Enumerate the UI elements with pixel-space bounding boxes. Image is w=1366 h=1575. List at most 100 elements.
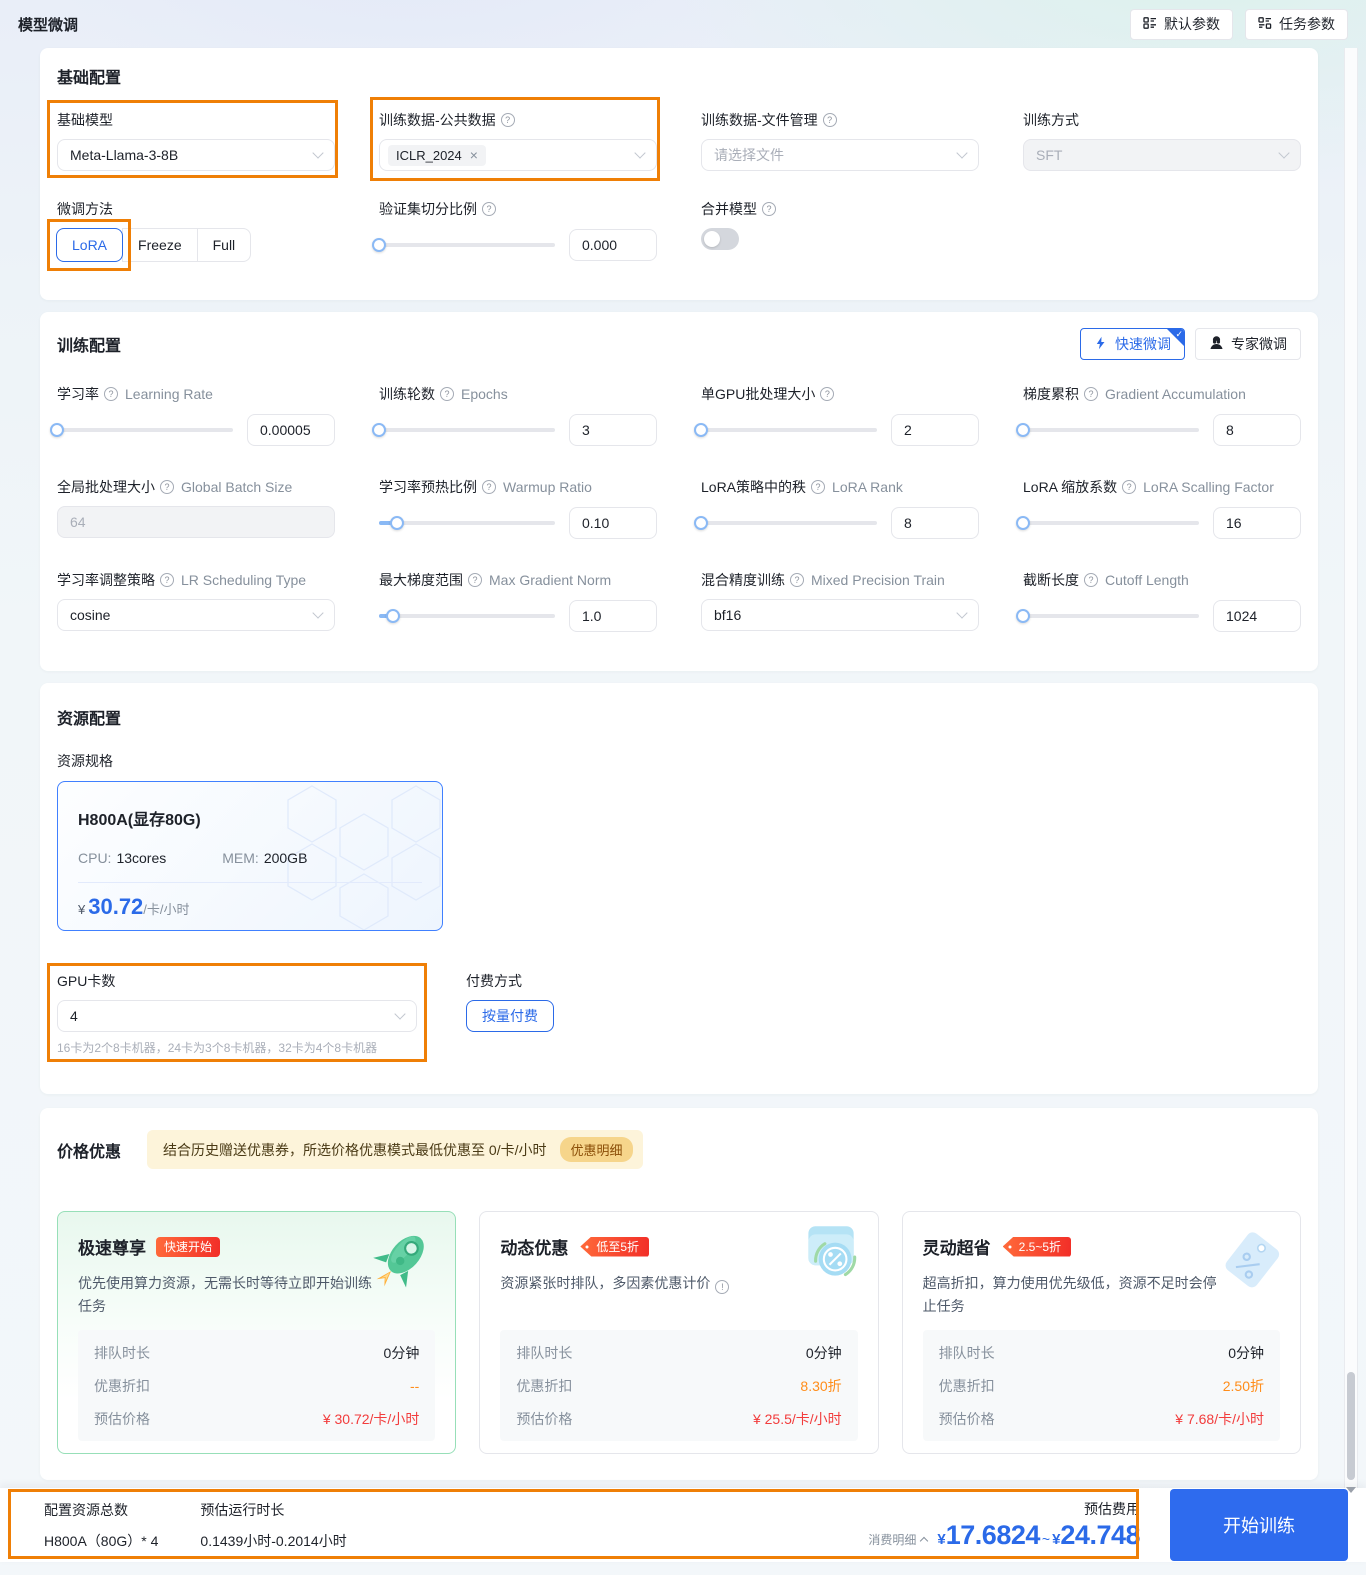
mixed-precision-select[interactable]: bf16 — [701, 599, 979, 631]
grid-list-icon — [1143, 16, 1157, 33]
field-file-data: 训练数据-文件管理 请选择文件 — [701, 110, 979, 171]
lr-scheduler-select[interactable]: cosine — [57, 599, 335, 631]
chevron-down-icon — [956, 146, 968, 159]
section-title-training: 训练配置 — [57, 338, 122, 355]
spec-name: H800A(显存80G) — [78, 812, 201, 829]
finetune-option-full[interactable]: Full — [196, 228, 252, 262]
page-title: 模型微调 — [18, 16, 79, 34]
pay-as-you-go-button[interactable]: 按量付费 — [466, 1000, 554, 1032]
gpu-count-select[interactable]: 4 — [57, 1000, 417, 1032]
question-circle-icon[interactable] — [482, 480, 496, 494]
question-circle-icon[interactable] — [1084, 573, 1098, 587]
pricing-card-express[interactable]: 极速尊享 快速开始 优先使用算力资源，无需长时等待立即开始训练任务 排队时长 0分钟… — [57, 1211, 457, 1454]
question-circle-icon[interactable] — [104, 387, 118, 401]
discount-detail-button[interactable]: 优惠明细 — [560, 1137, 633, 1162]
caret-up-icon — [920, 1536, 929, 1546]
question-circle-icon[interactable] — [468, 573, 482, 587]
expert-finetune-button[interactable]: 专家微调 — [1195, 328, 1301, 360]
merge-model-toggle[interactable] — [701, 228, 739, 250]
base-model-select[interactable]: Meta-Llama-3-8B — [57, 139, 335, 171]
discount-tag-badge: 2.5~5折 — [1002, 1236, 1072, 1257]
scrollbar-thumb[interactable] — [1347, 1372, 1355, 1480]
param-lr-scheduler: 学习率调整策略LR Scheduling Type cosine — [57, 570, 335, 633]
chevron-down-icon — [1278, 146, 1290, 159]
param-learning-rate: 学习率Learning Rate 0.00005 — [50, 384, 335, 447]
pricing-card: 价格优惠 结合历史赠送优惠券，所选价格优惠模式最低优惠至 0/卡/小时 优惠明细… — [40, 1108, 1318, 1480]
chevron-down-icon — [394, 1007, 406, 1020]
question-circle-icon[interactable] — [1122, 480, 1137, 494]
question-circle-icon[interactable] — [160, 480, 174, 494]
field-public-data: 训练数据-公共数据 ICLR_2024× — [370, 97, 660, 181]
cutoff-length-input[interactable]: 1024 — [1213, 600, 1301, 632]
gpu-batch-input[interactable]: 2 — [891, 414, 979, 446]
field-val-split: 验证集切分比例 0.000 — [372, 199, 657, 262]
pricing-stats: 排队时长 0分钟 优惠折扣 2.50折 预估价格 ¥ 7.68/卡/小时 — [922, 1330, 1280, 1441]
warmup-ratio-input[interactable]: 0.10 — [569, 507, 657, 539]
grad-accum-input[interactable]: 8 — [1213, 414, 1301, 446]
question-circle-icon[interactable] — [820, 387, 835, 401]
val-split-input[interactable]: 0.000 — [569, 229, 657, 261]
question-circle-icon[interactable] — [500, 113, 515, 127]
info-circle-icon[interactable] — [715, 1280, 730, 1295]
val-split-slider[interactable] — [372, 238, 555, 252]
param-lora-scaling: LoRA 缩放系数LoRA Scalling Factor 16 — [1016, 477, 1301, 540]
finetune-option-lora[interactable]: LoRA — [56, 228, 124, 262]
fee-detail-toggle[interactable]: 消费明细 — [868, 1531, 929, 1548]
question-circle-icon[interactable] — [822, 113, 837, 127]
epochs-slider[interactable] — [372, 423, 555, 437]
global-batch-input: 64 — [57, 506, 335, 538]
spec-price: ¥30.72/卡/小时 — [78, 882, 422, 920]
question-circle-icon[interactable] — [482, 202, 496, 216]
chevron-down-icon — [956, 606, 968, 619]
field-merge-model: 合并模型 — [701, 199, 979, 262]
learning-rate-input[interactable]: 0.00005 — [247, 414, 335, 446]
remove-tag-icon[interactable]: × — [470, 148, 478, 162]
lora-scaling-slider[interactable] — [1016, 516, 1199, 530]
question-circle-icon[interactable] — [440, 387, 454, 401]
page: 模型微调 默认参数 任务参数 基础配置 基础模型 Meta-Llama-3-8B — [0, 0, 1366, 1575]
file-data-select[interactable]: 请选择文件 — [701, 139, 979, 171]
public-data-select[interactable]: ICLR_2024 × — [379, 139, 657, 171]
question-circle-icon[interactable] — [790, 573, 804, 587]
task-params-button[interactable]: 任务参数 — [1245, 8, 1348, 40]
footer-resource-total: 配置资源总数 H800A（80G）* 4 — [44, 1501, 159, 1549]
warmup-ratio-slider[interactable] — [379, 516, 555, 530]
epochs-input[interactable]: 3 — [569, 414, 657, 446]
field-finetune-method: 微调方法 LoRA Freeze Full — [47, 199, 335, 271]
scrollbar-down-arrow[interactable] — [1346, 1487, 1356, 1493]
lora-rank-slider[interactable] — [694, 516, 877, 530]
pricing-stats: 排队时长 0分钟 优惠折扣 -- 预估价格 ¥ 30.72/卡/小时 — [78, 1330, 436, 1441]
grid-list-icon — [1258, 16, 1272, 33]
max-grad-slider[interactable] — [379, 609, 555, 623]
default-params-button[interactable]: 默认参数 — [1130, 8, 1233, 40]
pricing-stats: 排队时长 0分钟 优惠折扣 8.30折 预估价格 ¥ 25.5/卡/小时 — [500, 1330, 858, 1441]
gpu-batch-slider[interactable] — [694, 423, 877, 437]
param-gpu-batch-size: 单GPU批处理大小 2 — [694, 384, 979, 447]
param-lora-rank: LoRA策略中的秩LoRA Rank 8 — [694, 477, 979, 540]
question-circle-icon[interactable] — [1084, 387, 1098, 401]
quick-start-badge: 快速开始 — [156, 1236, 221, 1257]
question-circle-icon[interactable] — [811, 480, 826, 494]
scrollbar-track[interactable] — [1344, 48, 1358, 1488]
param-grad-accumulation: 梯度累积Gradient Accumulation 8 — [1016, 384, 1301, 447]
finetune-method-segmented: LoRA Freeze Full — [47, 219, 252, 271]
resource-spec-card[interactable]: H800A(显存80G) CPU: 13cores MEM: 200GB ¥30.7… — [57, 781, 443, 931]
param-warmup-ratio: 学习率预热比例Warmup Ratio 0.10 — [379, 477, 657, 540]
lora-scaling-input[interactable]: 16 — [1213, 507, 1301, 539]
learning-rate-slider[interactable] — [50, 423, 233, 437]
discount-tag-badge: 低至5折 — [580, 1236, 650, 1257]
lightning-icon — [1094, 336, 1108, 353]
finetune-option-freeze[interactable]: Freeze — [122, 228, 198, 262]
max-grad-input[interactable]: 1.0 — [569, 600, 657, 632]
grad-accum-slider[interactable] — [1016, 423, 1199, 437]
question-circle-icon[interactable] — [160, 573, 174, 587]
pricing-card-dynamic[interactable]: 动态优惠低至5折 资源紧张时排队，多因素优惠计价 排队时长0分钟 优惠折扣8.3… — [479, 1211, 879, 1454]
lora-rank-input[interactable]: 8 — [891, 507, 979, 539]
quick-finetune-button[interactable]: 快速微调 ✓ — [1080, 328, 1185, 360]
gpu-count-hint: 16卡为2个8卡机器，24卡为3个8卡机器，32卡为4个8卡机器 — [57, 1041, 378, 1055]
expert-person-icon — [1209, 335, 1224, 353]
question-circle-icon[interactable] — [762, 202, 776, 216]
cutoff-length-slider[interactable] — [1016, 609, 1199, 623]
pricing-card-saver[interactable]: 灵动超省 2.5~5折 超高折扣，算力使用优先级低，资源不足时会停止任务 排队时长… — [901, 1211, 1301, 1454]
start-training-button[interactable]: 开始训练 — [1170, 1489, 1348, 1561]
